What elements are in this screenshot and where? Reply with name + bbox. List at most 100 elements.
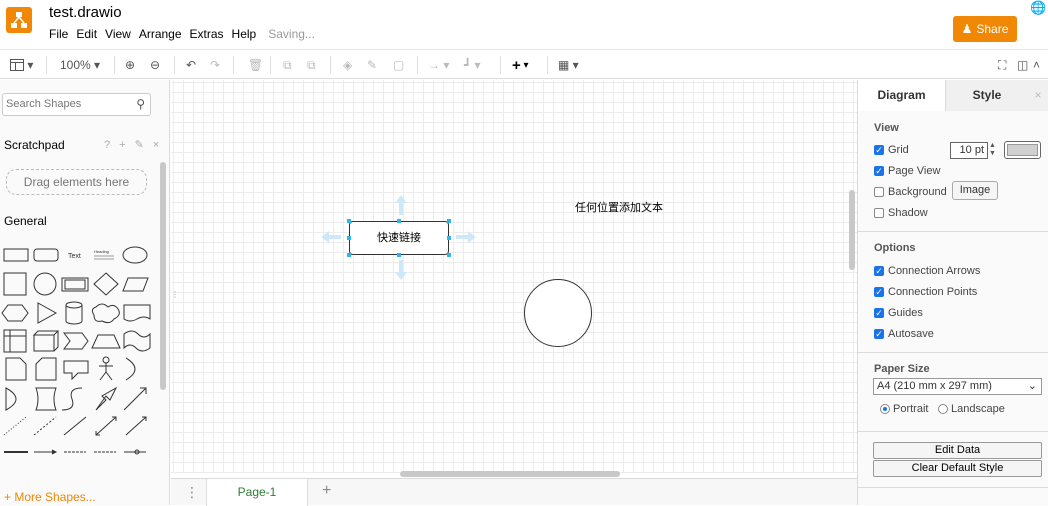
paper-size-section-title: Paper Size — [874, 363, 930, 375]
resize-handle[interactable] — [447, 253, 451, 257]
background-label: Background — [888, 186, 947, 198]
share-button[interactable]: ♟ Share — [953, 16, 1017, 42]
fullscreen-icon[interactable]: ⛶ — [998, 57, 1006, 73]
more-shapes-button[interactable]: + More Shapes... — [4, 490, 96, 504]
shadow-label: Shadow — [888, 207, 928, 219]
resize-handle[interactable] — [347, 253, 351, 257]
menu-help[interactable]: Help — [232, 27, 257, 43]
autosave-label: Autosave — [888, 328, 934, 340]
canvas-vertical-scrollbar[interactable] — [849, 190, 855, 270]
portrait-radio[interactable]: Portrait — [880, 403, 928, 415]
zoom-dropdown[interactable]: 100% ▾ — [60, 57, 100, 73]
shadow-checkbox[interactable]: Shadow — [874, 207, 928, 219]
guides-checkbox[interactable]: ✓ Guides — [874, 307, 923, 319]
scratchpad-tools-icon[interactable]: ? + ✎ × — [104, 138, 162, 151]
background-image-button[interactable]: Image — [952, 181, 998, 200]
shape-palette[interactable]: Text Heading — [0, 240, 160, 490]
background-checkbox[interactable]: Background — [874, 186, 947, 198]
sidebar-scrollbar[interactable] — [160, 162, 166, 390]
menu-arrange[interactable]: Arrange — [139, 27, 182, 43]
pages-menu-icon[interactable]: ⋮ — [185, 484, 199, 501]
table-icon[interactable]: ▦ ▾ — [558, 57, 579, 73]
zoom-value: 100% — [60, 58, 91, 72]
grid-color-picker[interactable] — [1004, 141, 1041, 159]
resize-handle[interactable] — [447, 236, 451, 240]
user-icon: ♟ — [961, 22, 973, 36]
collapse-chevron-icon[interactable]: ˄ — [1033, 57, 1040, 73]
undo-icon[interactable]: ↶ — [186, 57, 196, 73]
connection-points-label: Connection Points — [888, 286, 978, 298]
page-view-checkbox[interactable]: ✓ Page View — [874, 165, 940, 177]
menu-file[interactable]: File — [49, 27, 68, 43]
diagram-canvas[interactable]: 快速链接 任何位置添加文本 — [171, 80, 857, 473]
share-label: Share — [976, 22, 1009, 36]
guides-label: Guides — [888, 307, 923, 319]
grid-size-stepper[interactable]: ▲ ▼ — [989, 142, 996, 158]
menu-bar: File Edit View Arrange Extras Help Savin… — [49, 27, 323, 43]
format-tabs: Diagram Style × — [858, 80, 1048, 111]
connection-arrows-label: Connection Arrows — [888, 265, 981, 277]
heading-shape-label: Heading — [94, 249, 109, 254]
redo-icon[interactable]: ↷ — [210, 57, 220, 73]
zoom-out-icon[interactable]: ⊖ — [150, 57, 160, 73]
shadow-icon[interactable]: ▢ — [393, 57, 404, 73]
grid-size-input[interactable]: 10 pt — [950, 142, 988, 159]
delete-icon[interactable]: 🗑 — [248, 57, 263, 73]
tab-diagram[interactable]: Diagram — [858, 80, 946, 111]
options-section-title: Options — [874, 242, 916, 254]
canvas-horizontal-scrollbar[interactable] — [400, 471, 620, 477]
format-panel: Diagram Style × View ✓ Grid 10 pt ▲ ▼ ✓ Pag… — [857, 80, 1048, 505]
to-front-icon[interactable]: ⧉ — [283, 57, 292, 73]
menu-edit[interactable]: Edit — [76, 27, 97, 43]
splitter-handle-icon[interactable]: ⋮ — [171, 290, 179, 299]
menu-extras[interactable]: Extras — [190, 27, 224, 43]
insert-plus-icon[interactable]: + ▾ — [512, 57, 529, 74]
tab-style[interactable]: Style — [946, 80, 1028, 111]
landscape-label: Landscape — [951, 403, 1005, 415]
menu-view[interactable]: View — [105, 27, 131, 43]
shapes-sidebar: Search Shapes ⚲ Scratchpad ? + ✎ × Drag … — [0, 80, 170, 505]
scratchpad-label[interactable]: Scratchpad — [4, 138, 65, 152]
landscape-radio[interactable]: Landscape — [938, 403, 1005, 415]
search-input[interactable]: Search Shapes ⚲ — [2, 93, 151, 116]
general-section-title[interactable]: General — [4, 214, 47, 228]
connection-style-icon[interactable]: → ▾ — [428, 57, 449, 73]
connection-points-checkbox[interactable]: ✓ Connection Points — [874, 286, 977, 298]
to-back-icon[interactable]: ⧉ — [307, 57, 316, 73]
language-globe-icon[interactable]: 🌐 — [1030, 0, 1046, 16]
toggle-panel-icon[interactable]: ◫ — [1017, 57, 1028, 73]
drawio-logo-icon — [6, 7, 32, 33]
resize-handle[interactable] — [347, 236, 351, 240]
resize-handle[interactable] — [447, 219, 451, 223]
close-panel-icon[interactable]: × — [1028, 80, 1048, 111]
selected-node[interactable]: 快速链接 — [349, 221, 449, 255]
waypoints-icon[interactable]: ┛ ▾ — [464, 57, 481, 73]
page-tab[interactable]: Page-1 — [206, 479, 308, 506]
connection-arrows-checkbox[interactable]: ✓ Connection Arrows — [874, 265, 980, 277]
format-panel-toggle-icon[interactable]: ▾ — [10, 57, 33, 73]
autosave-checkbox[interactable]: ✓ Autosave — [874, 328, 934, 340]
search-placeholder: Search Shapes — [6, 98, 82, 110]
scratchpad-dropzone[interactable]: Drag elements here — [6, 169, 147, 195]
text-shape-label: Text — [68, 253, 81, 260]
chevron-down-icon: ⌄ — [1027, 380, 1037, 392]
document-title[interactable]: test.drawio — [49, 4, 122, 21]
toolbar: ▾ 100% ▾ ⊕ ⊖ ↶ ↷ 🗑 ⧉ ⧉ ◈ ✎ ▢ → ▾ ┛ ▾ + ▾… — [0, 49, 1048, 79]
resize-handle[interactable] — [347, 219, 351, 223]
free-text-label[interactable]: 任何位置添加文本 — [575, 199, 663, 215]
add-page-icon[interactable]: + — [322, 482, 331, 500]
zoom-in-icon[interactable]: ⊕ — [125, 57, 135, 73]
fill-color-icon[interactable]: ◈ — [343, 57, 352, 73]
edit-data-button[interactable]: Edit Data — [873, 442, 1042, 459]
circle-shape[interactable] — [524, 279, 592, 347]
grid-checkbox[interactable]: ✓ Grid — [874, 144, 909, 156]
page-view-label: Page View — [888, 165, 941, 177]
clear-default-style-button[interactable]: Clear Default Style — [873, 460, 1042, 477]
page-bar: ⋮ Page-1 + — [171, 478, 857, 506]
line-color-icon[interactable]: ✎ — [367, 57, 377, 73]
search-icon[interactable]: ⚲ — [136, 97, 145, 111]
resize-handle[interactable] — [397, 219, 401, 223]
resize-handle[interactable] — [397, 253, 401, 257]
paper-size-select[interactable]: A4 (210 mm x 297 mm) ⌄ — [873, 378, 1042, 395]
header: test.drawio File Edit View Arrange Extra… — [0, 0, 1048, 49]
